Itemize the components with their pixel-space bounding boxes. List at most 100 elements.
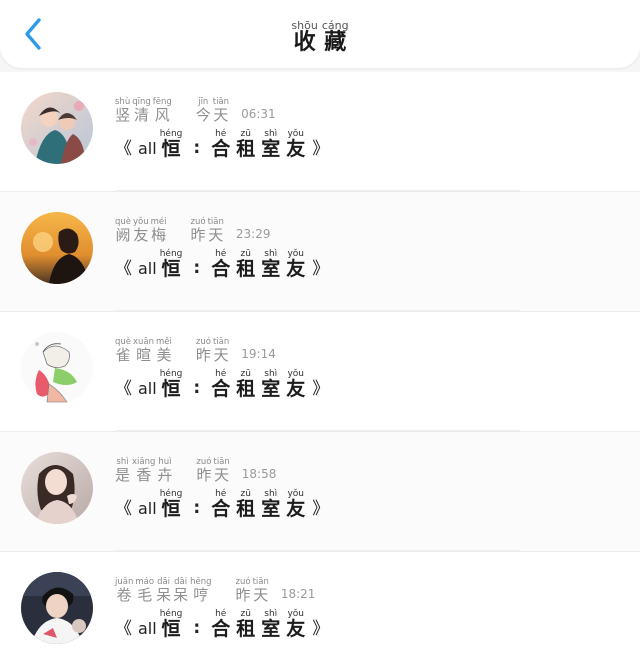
list-item[interactable]: shù 竖 qīng 清 fēng 风 jīn 今 tiān 天 06:31 《 all héng 恒: hé… <box>0 72 640 192</box>
hanzi: 室 <box>261 258 281 280</box>
hanzi: 天 <box>213 345 229 364</box>
title-open-bracket: 《 <box>115 498 132 519</box>
title-char: héng 恒 <box>160 370 183 400</box>
hanzi: 室 <box>261 138 281 160</box>
title-open-bracket: 《 <box>115 138 132 159</box>
avatar[interactable] <box>21 572 93 644</box>
hanzi: 阙 <box>115 225 131 244</box>
hanzi: 暄 <box>136 345 152 364</box>
hanzi: 卉 <box>157 465 173 484</box>
list-item[interactable]: juǎn 卷 máo 毛 dāi 呆 dāi 呆 hēng 哼 zuó 昨 tiān 天 18:21 《 all… <box>0 552 640 658</box>
hanzi: 合 <box>211 498 231 520</box>
author-name[interactable]: què 雀 xuān 暄 měi 美 <box>115 338 174 363</box>
title-close-bracket: 》 <box>312 378 330 399</box>
author-name-char: dāi 呆 <box>173 578 188 603</box>
hanzi: 室 <box>261 618 281 640</box>
post-day: zuó 昨 tiān 天 <box>236 578 271 603</box>
author-name-char: hēng 哼 <box>190 578 211 603</box>
title-latin: all <box>138 378 157 398</box>
author-name-char: méi 梅 <box>151 218 167 243</box>
author-name[interactable]: juǎn 卷 máo 毛 dāi 呆 dāi 呆 hēng 哼 <box>115 578 214 603</box>
sunset-silhouette-avatar <box>21 212 93 284</box>
post-title[interactable]: 《 all héng 恒: hé 合 zū 租 shì 室 yǒu 友》 <box>115 370 329 400</box>
avatar[interactable] <box>21 332 93 404</box>
hanzi: 毛 <box>137 585 153 604</box>
author-name-char: měi 美 <box>156 338 172 363</box>
hanzi: 恒 <box>161 618 181 640</box>
post-time: 06:31 <box>241 107 276 122</box>
hanzi: 天 <box>214 465 230 484</box>
hanzi: 天 <box>208 225 224 244</box>
avatar[interactable] <box>21 212 93 284</box>
title-open-bracket: 《 <box>115 378 132 399</box>
title-open-bracket: 《 <box>115 618 132 639</box>
hanzi: 昨 <box>235 585 251 604</box>
avatar[interactable] <box>21 92 93 164</box>
hanzi: 是 <box>115 465 131 484</box>
hanzi: 合 <box>211 138 231 160</box>
avatar[interactable] <box>21 452 93 524</box>
title-colon: : <box>193 497 201 518</box>
title-char: yǒu 友 <box>286 250 305 280</box>
hanzi: 友 <box>286 378 306 400</box>
hanzi: 雀 <box>115 345 131 364</box>
author-name-char: qīng 清 <box>132 98 151 123</box>
author-name[interactable]: què 阙 yǒu 友 méi 梅 <box>115 218 169 243</box>
hanzi: 香 <box>136 465 152 484</box>
item-meta: què 雀 xuān 暄 měi 美 zuó 昨 tiān 天 19:14 <box>115 338 276 363</box>
hanzi: 室 <box>261 378 281 400</box>
hanzi: 呆 <box>173 585 189 604</box>
item-divider <box>115 430 520 431</box>
list-item[interactable]: què 雀 xuān 暄 měi 美 zuó 昨 tiān 天 19:14 《 all héng 恒: hé 合… <box>0 312 640 432</box>
item-meta: què 阙 yǒu 友 méi 梅 zuó 昨 tiān 天 23:29 <box>115 218 270 243</box>
hanzi: 梅 <box>151 225 167 244</box>
item-meta: shù 竖 qīng 清 fēng 风 jīn 今 tiān 天 06:31 <box>115 98 276 123</box>
title-char: shì 室 <box>261 490 280 520</box>
title-close-bracket: 》 <box>312 258 330 279</box>
post-time: 19:14 <box>241 347 276 362</box>
hanzi: 友 <box>286 138 306 160</box>
title-colon: : <box>193 137 201 158</box>
title-char: héng 恒 <box>160 130 183 160</box>
post-title[interactable]: 《 all héng 恒: hé 合 zū 租 shì 室 yǒu 友》 <box>115 250 329 280</box>
hanzi: 卷 <box>116 585 132 604</box>
hanzi: 竖 <box>115 105 131 124</box>
title-char: zū 租 <box>236 250 255 280</box>
title-char: yǒu 友 <box>286 490 305 520</box>
post-day: zuó 昨 tiān 天 <box>191 218 226 243</box>
favorites-screen: shōu 收 cáng 藏 shù 竖 qīng 清 fēng 风 jīn 今 tiān 天 06:… <box>0 0 640 658</box>
author-name-char: shì 是 <box>115 458 130 483</box>
title-close-bracket: 》 <box>312 138 330 159</box>
anime-couple-avatar <box>21 92 93 164</box>
hanzi: 呆 <box>156 585 172 604</box>
hanzi: 租 <box>236 138 256 160</box>
page-title: shōu 收 cáng 藏 <box>0 14 640 55</box>
list-item[interactable]: què 阙 yǒu 友 méi 梅 zuó 昨 tiān 天 23:29 《 all héng 恒: hé 合 z… <box>0 192 640 312</box>
title-colon: : <box>193 617 201 638</box>
post-title[interactable]: 《 all héng 恒: hé 合 zū 租 shì 室 yǒu 友》 <box>115 490 329 520</box>
author-name[interactable]: shù 竖 qīng 清 fēng 风 <box>115 98 174 123</box>
list-item[interactable]: shì 是 xiāng 香 huì 卉 zuó 昨 tiān 天 18:58 《 all héng 恒: hé… <box>0 432 640 552</box>
hanzi: 恒 <box>161 258 181 280</box>
hanzi: 恒 <box>161 378 181 400</box>
post-title[interactable]: 《 all héng 恒: hé 合 zū 租 shì 室 yǒu 友》 <box>115 610 329 640</box>
author-name-char: huì 卉 <box>157 458 172 483</box>
author-name-char: fēng 风 <box>153 98 172 123</box>
title-char: hé 合 <box>211 370 230 400</box>
hanzi: 友 <box>286 258 306 280</box>
author-name[interactable]: shì 是 xiāng 香 huì 卉 <box>115 458 174 483</box>
post-title[interactable]: 《 all héng 恒: hé 合 zū 租 shì 室 yǒu 友》 <box>115 130 329 160</box>
title-char: héng 恒 <box>160 490 183 520</box>
author-name-char: xiāng 香 <box>132 458 155 483</box>
hanzi: 昨 <box>190 225 206 244</box>
post-time: 18:21 <box>280 587 316 602</box>
hanzi: 风 <box>154 105 170 124</box>
hanzi: 租 <box>236 618 256 640</box>
author-name-char: shù 竖 <box>115 98 130 123</box>
hanzi: 昨 <box>196 465 212 484</box>
header-bar: shōu 收 cáng 藏 <box>0 0 640 68</box>
post-day-char: tiān 天 <box>208 218 224 243</box>
title-char: shì 室 <box>261 370 280 400</box>
title-char: hé 合 <box>211 250 230 280</box>
title-latin: all <box>138 258 157 278</box>
